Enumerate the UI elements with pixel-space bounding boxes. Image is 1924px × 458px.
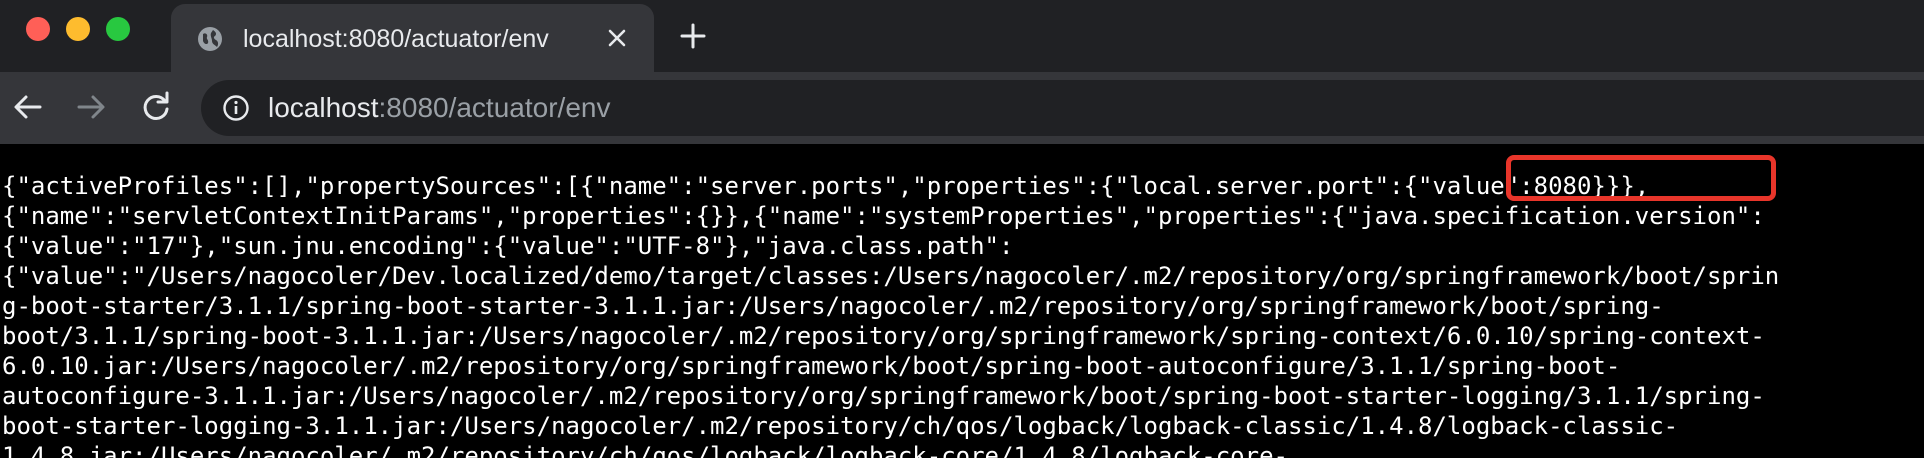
page-content: {"activeProfiles":[],"propertySources":[… <box>0 145 1924 458</box>
json-line: {"value":"/Users/nagocoler/Dev.localized… <box>2 262 1780 290</box>
json-line: autoconfigure-3.1.1.jar:/Users/nagocoler… <box>2 382 1765 410</box>
globe-icon <box>198 27 222 51</box>
tab-title: localhost:8080/actuator/env <box>243 25 549 53</box>
address-bar[interactable]: localhost:8080/actuator/env <box>201 80 1924 136</box>
json-line: boot-starter-logging-3.1.1.jar:/Users/na… <box>2 412 1679 440</box>
address-path: :8080/actuator/env <box>378 92 611 123</box>
toolbar: localhost:8080/actuator/env <box>0 72 1924 144</box>
minimize-window-button[interactable] <box>66 17 90 41</box>
arrow-right-icon[interactable] <box>74 90 108 124</box>
reload-icon[interactable] <box>139 90 173 124</box>
json-line: {"value":"17"},"sun.jnu.encoding":{"valu… <box>2 232 1014 260</box>
json-line: 1.4.8.jar:/Users/nagocoler/.m2/repositor… <box>2 442 1288 458</box>
close-window-button[interactable] <box>26 17 50 41</box>
json-line: {"name":"servletContextInitParams","prop… <box>2 202 1765 230</box>
address-host: localhost <box>268 92 379 123</box>
arrow-left-icon[interactable] <box>11 90 45 124</box>
json-line: boot/3.1.1/spring-boot-3.1.1.jar:/Users/… <box>2 322 1765 350</box>
json-response: {"activeProfiles":[],"propertySources":[… <box>2 171 1779 458</box>
address-text[interactable]: localhost:8080/actuator/env <box>268 89 610 127</box>
tab-strip: localhost:8080/actuator/env <box>0 0 1924 72</box>
json-line: 6.0.10.jar:/Users/nagocoler/.m2/reposito… <box>2 352 1621 380</box>
json-line: {"activeProfiles":[],"propertySources":[… <box>2 172 1650 200</box>
close-icon[interactable] <box>605 26 629 50</box>
active-tab[interactable]: localhost:8080/actuator/env <box>171 4 654 72</box>
info-icon[interactable] <box>222 94 250 122</box>
browser-window: localhost:8080/actuator/env localhost:80… <box>0 0 1924 458</box>
json-line: g-boot-starter/3.1.1/spring-boot-starter… <box>2 292 1664 320</box>
zoom-window-button[interactable] <box>106 17 130 41</box>
plus-icon[interactable] <box>679 22 707 50</box>
